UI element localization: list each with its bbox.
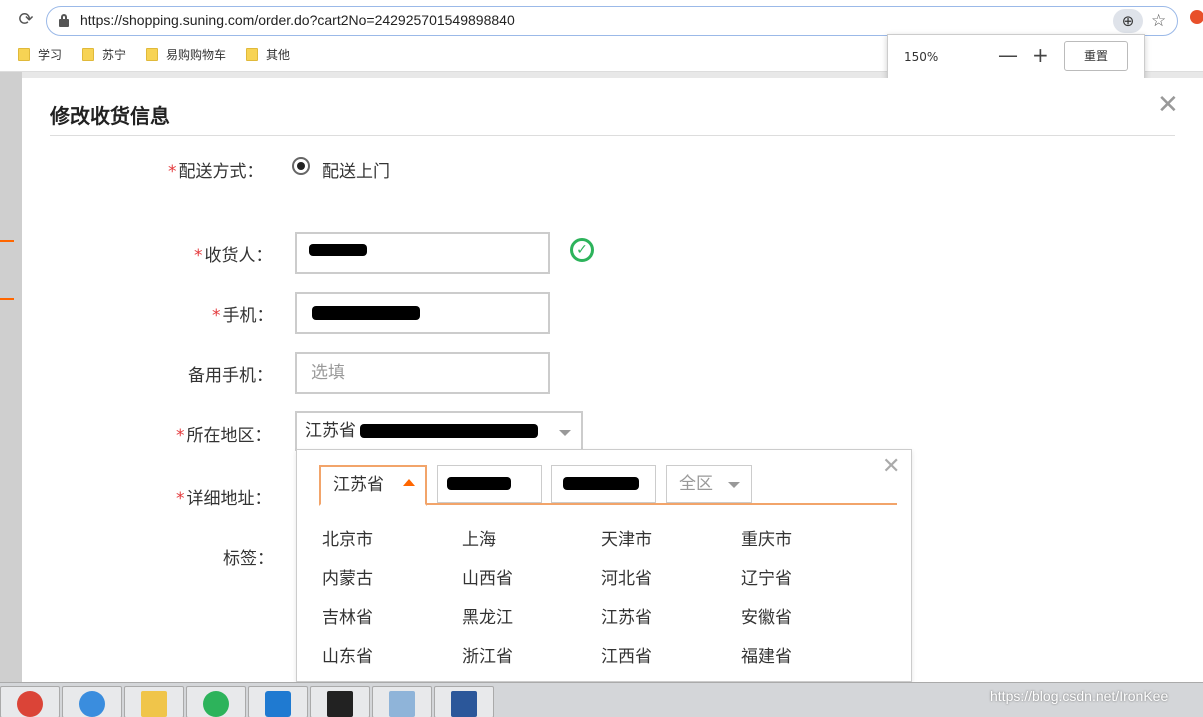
province-item[interactable]: 吉林省 <box>322 603 373 628</box>
redaction <box>312 306 420 320</box>
province-item[interactable]: 江西省 <box>601 642 652 667</box>
zoom-level: 150% <box>904 50 939 64</box>
bookmark-folder[interactable]: 其他 <box>246 46 290 63</box>
check-circle-icon: ✓ <box>570 238 594 262</box>
word-icon <box>451 691 477 717</box>
taskbar-chrome[interactable] <box>0 686 60 717</box>
province-item[interactable]: 江苏省 <box>601 603 652 628</box>
zoom-reset-button[interactable]: 重置 <box>1064 41 1128 71</box>
folder-icon <box>141 691 167 717</box>
divider <box>50 135 1175 136</box>
close-icon[interactable]: ✕ <box>882 456 900 478</box>
taskbar-word[interactable] <box>434 686 494 717</box>
phone-label: * 手机： <box>212 306 274 326</box>
watermark: https://blog.csdn.net/IronKee <box>990 688 1169 704</box>
province-item[interactable]: 安徽省 <box>741 603 792 628</box>
province-item[interactable]: 辽宁省 <box>741 564 792 589</box>
modal-title: 修改收货信息 <box>50 104 170 128</box>
redaction <box>563 477 639 490</box>
caret-up-icon <box>403 479 415 486</box>
bookmark-folder[interactable]: 易购购物车 <box>146 46 226 63</box>
redaction <box>447 477 511 490</box>
extension-icon[interactable] <box>1190 10 1203 24</box>
taskbar-notepad[interactable] <box>372 686 432 717</box>
zoom-icon[interactable]: ⊕ <box>1113 9 1143 33</box>
address-bar[interactable]: https://shopping.suning.com/order.do?car… <box>46 6 1178 36</box>
reload-icon[interactable]: ⟳ <box>14 8 38 32</box>
province-item[interactable]: 黑龙江 <box>462 603 513 628</box>
background-page <box>0 72 22 682</box>
zoom-out-button[interactable]: — <box>998 43 1018 67</box>
zoom-popup: 150% — + 重置 <box>887 34 1145 80</box>
region-label: * 所在地区： <box>176 426 272 446</box>
lock-icon <box>59 14 69 27</box>
folder-icon <box>146 48 158 61</box>
province-item[interactable]: 浙江省 <box>462 642 513 667</box>
delivery-option-label[interactable]: 配送上门 <box>322 157 390 182</box>
taskbar-explorer[interactable] <box>124 686 184 717</box>
province-item[interactable]: 福建省 <box>741 642 792 667</box>
chrome-icon <box>17 691 43 717</box>
delivery-label: * 配送方式： <box>168 162 264 182</box>
chevron-down-icon <box>728 482 740 488</box>
province-item[interactable]: 山西省 <box>462 564 513 589</box>
folder-icon <box>18 48 30 61</box>
ie-icon <box>79 691 105 717</box>
province-item[interactable]: 山东省 <box>322 642 373 667</box>
bookmark-folder[interactable]: 学习 <box>18 46 62 63</box>
delivery-radio[interactable] <box>292 157 310 175</box>
province-item[interactable]: 上海 <box>462 525 496 550</box>
receiver-label: * 收货人： <box>194 246 273 266</box>
bookmark-star-icon[interactable]: ☆ <box>1151 9 1166 33</box>
redaction <box>309 244 367 256</box>
notepad-icon <box>389 691 415 717</box>
chevron-down-icon <box>559 430 571 436</box>
redaction <box>360 424 538 438</box>
edit-address-modal: 修改收货信息 ✕ * 配送方式： 配送上门 * 收货人： ✓ * 手机： 备用手机： … <box>22 78 1203 682</box>
zoom-in-button[interactable]: + <box>1032 43 1049 67</box>
province-item[interactable]: 河北省 <box>601 564 652 589</box>
folder-icon <box>82 48 94 61</box>
taskbar-app[interactable] <box>186 686 246 717</box>
taskbar-cmd[interactable] <box>310 686 370 717</box>
tag-label: 标签： <box>223 549 274 569</box>
url-text[interactable]: https://shopping.suning.com/order.do?car… <box>80 12 515 28</box>
address-label: * 详细地址： <box>176 489 272 509</box>
terminal-icon <box>327 691 353 717</box>
province-item[interactable]: 内蒙古 <box>322 564 373 589</box>
province-item[interactable]: 重庆市 <box>741 525 792 550</box>
province-item[interactable]: 北京市 <box>322 525 373 550</box>
province-item[interactable]: 天津市 <box>601 525 652 550</box>
app-icon <box>203 691 229 717</box>
bookmark-folder[interactable]: 苏宁 <box>82 46 126 63</box>
taskbar-ie[interactable] <box>62 686 122 717</box>
close-icon[interactable]: ✕ <box>1157 92 1179 118</box>
region-dropdown-panel: ✕ 江苏省 全区 北京市 上海 天津市 重庆市 内蒙古 山西省 河北省 辽宁省 … <box>296 449 912 682</box>
bookmarks-bar: 学习 苏宁 易购购物车 其他 <box>0 40 900 66</box>
taskbar-vscode[interactable] <box>248 686 308 717</box>
vscode-icon <box>265 691 291 717</box>
backup-phone-input[interactable]: 选填 <box>295 352 550 394</box>
folder-icon <box>246 48 258 61</box>
backup-phone-label: 备用手机： <box>188 366 273 386</box>
